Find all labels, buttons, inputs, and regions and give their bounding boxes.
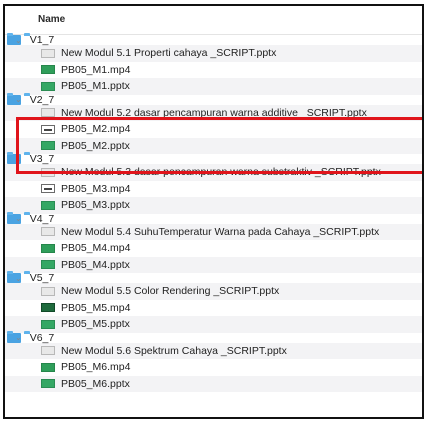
video-file-icon bbox=[41, 124, 55, 134]
file-name: New Modul 5.5 Color Rendering _SCRIPT.pp… bbox=[61, 285, 280, 298]
file-name: PB05_M2.pptx bbox=[61, 139, 130, 152]
video-file-icon bbox=[41, 184, 55, 194]
disclosure-chevron-icon[interactable]: ⌄ bbox=[15, 36, 22, 45]
folder-name: V4_7 bbox=[29, 212, 55, 225]
column-header-label: Name bbox=[38, 14, 66, 25]
file-row[interactable]: PB05_M5.pptx bbox=[5, 316, 422, 333]
finder-window: Name ⌄ V1_7 New Modul 5.1 Properti cahaya … bbox=[3, 4, 424, 419]
folder-row[interactable]: ⌄ V5_7 bbox=[7, 271, 54, 284]
presentation-file-icon bbox=[41, 141, 55, 151]
presentation-file-icon bbox=[41, 319, 55, 329]
disclosure-chevron-icon[interactable]: ⌄ bbox=[15, 155, 22, 164]
document-icon bbox=[41, 48, 55, 58]
file-row[interactable]: PB05_M2.mp4 bbox=[5, 121, 422, 138]
disclosure-chevron-icon[interactable]: ⌄ bbox=[15, 95, 22, 104]
file-row[interactable]: PB05_M2.pptx bbox=[5, 137, 422, 154]
file-row[interactable]: New Modul 5.3 dasar pencampuran warna su… bbox=[5, 164, 422, 181]
file-row[interactable]: New Modul 5.6 Spektrum Cahaya _SCRIPT.pp… bbox=[5, 342, 422, 359]
document-icon bbox=[41, 167, 55, 177]
file-row[interactable]: PB05_M6.pptx bbox=[5, 375, 422, 392]
folder-name: V1_7 bbox=[29, 34, 55, 46]
presentation-file-icon bbox=[41, 379, 55, 389]
file-row[interactable]: New Modul 5.4 SuhuTemperatur Warna pada … bbox=[5, 223, 422, 240]
file-name: New Modul 5.1 Properti cahaya _SCRIPT.pp… bbox=[61, 47, 277, 60]
presentation-file-icon bbox=[41, 81, 55, 91]
file-row[interactable]: PB05_M1.pptx bbox=[5, 78, 422, 95]
disclosure-chevron-icon[interactable]: ⌄ bbox=[15, 274, 22, 283]
folder-row[interactable]: ⌄ V3_7 bbox=[7, 152, 54, 165]
file-row[interactable]: PB05_M6.mp4 bbox=[5, 359, 422, 376]
file-row[interactable]: PB05_M3.pptx bbox=[5, 197, 422, 214]
folder-row[interactable]: ⌄ V6_7 bbox=[7, 330, 54, 344]
file-row[interactable]: New Modul 5.5 Color Rendering _SCRIPT.pp… bbox=[5, 283, 422, 300]
video-file-icon bbox=[41, 243, 55, 253]
file-list: ⌄ V1_7 New Modul 5.1 Properti cahaya _SCRI… bbox=[5, 33, 422, 392]
file-name: New Modul 5.2 dasar pencampuran warna ad… bbox=[61, 106, 367, 119]
file-name: PB05_M2.mp4 bbox=[61, 123, 131, 136]
file-name: PB05_M4.pptx bbox=[61, 258, 130, 271]
file-name: PB05_M6.pptx bbox=[61, 377, 130, 390]
file-row[interactable]: New Modul 5.1 Properti cahaya _SCRIPT.pp… bbox=[5, 45, 422, 62]
file-name: PB05_M4.mp4 bbox=[61, 242, 131, 255]
file-name: PB05_M3.pptx bbox=[61, 199, 130, 212]
file-name: PB05_M5.mp4 bbox=[61, 301, 131, 314]
file-row[interactable]: PB05_M4.mp4 bbox=[5, 240, 422, 257]
folder-name: V2_7 bbox=[29, 93, 55, 106]
folder-row[interactable]: ⌄ V2_7 bbox=[7, 92, 54, 106]
file-row[interactable]: PB05_M3.mp4 bbox=[5, 181, 422, 198]
video-file-icon bbox=[41, 303, 55, 313]
presentation-file-icon bbox=[41, 200, 55, 210]
video-file-icon bbox=[41, 362, 55, 372]
column-header-name[interactable]: Name bbox=[5, 6, 422, 35]
file-row[interactable]: PB05_M4.pptx bbox=[5, 256, 422, 273]
document-icon bbox=[41, 227, 55, 237]
document-icon bbox=[41, 108, 55, 118]
disclosure-chevron-icon[interactable]: ⌄ bbox=[15, 214, 22, 223]
file-row[interactable]: PB05_M5.mp4 bbox=[5, 300, 422, 317]
video-file-icon bbox=[41, 65, 55, 75]
file-name: PB05_M6.mp4 bbox=[61, 361, 131, 374]
file-name: New Modul 5.6 Spektrum Cahaya _SCRIPT.pp… bbox=[61, 344, 287, 357]
folder-name: V5_7 bbox=[29, 272, 55, 284]
document-icon bbox=[41, 286, 55, 296]
file-row[interactable]: PB05_M1.mp4 bbox=[5, 62, 422, 79]
file-name: PB05_M3.mp4 bbox=[61, 182, 131, 195]
file-row[interactable]: New Modul 5.2 dasar pencampuran warna ad… bbox=[5, 104, 422, 121]
file-name: New Modul 5.3 dasar pencampuran warna su… bbox=[61, 166, 381, 179]
folder-name: V3_7 bbox=[29, 153, 55, 165]
folder-row[interactable]: ⌄ V1_7 bbox=[7, 33, 54, 46]
file-name: PB05_M1.pptx bbox=[61, 80, 130, 93]
folder-name: V6_7 bbox=[29, 331, 55, 344]
file-name: New Modul 5.4 SuhuTemperatur Warna pada … bbox=[61, 225, 380, 238]
document-icon bbox=[41, 346, 55, 356]
file-name: PB05_M5.pptx bbox=[61, 318, 130, 331]
presentation-file-icon bbox=[41, 260, 55, 270]
folder-row[interactable]: ⌄ V4_7 bbox=[7, 211, 54, 225]
disclosure-chevron-icon[interactable]: ⌄ bbox=[15, 333, 22, 342]
file-name: PB05_M1.mp4 bbox=[61, 63, 131, 76]
